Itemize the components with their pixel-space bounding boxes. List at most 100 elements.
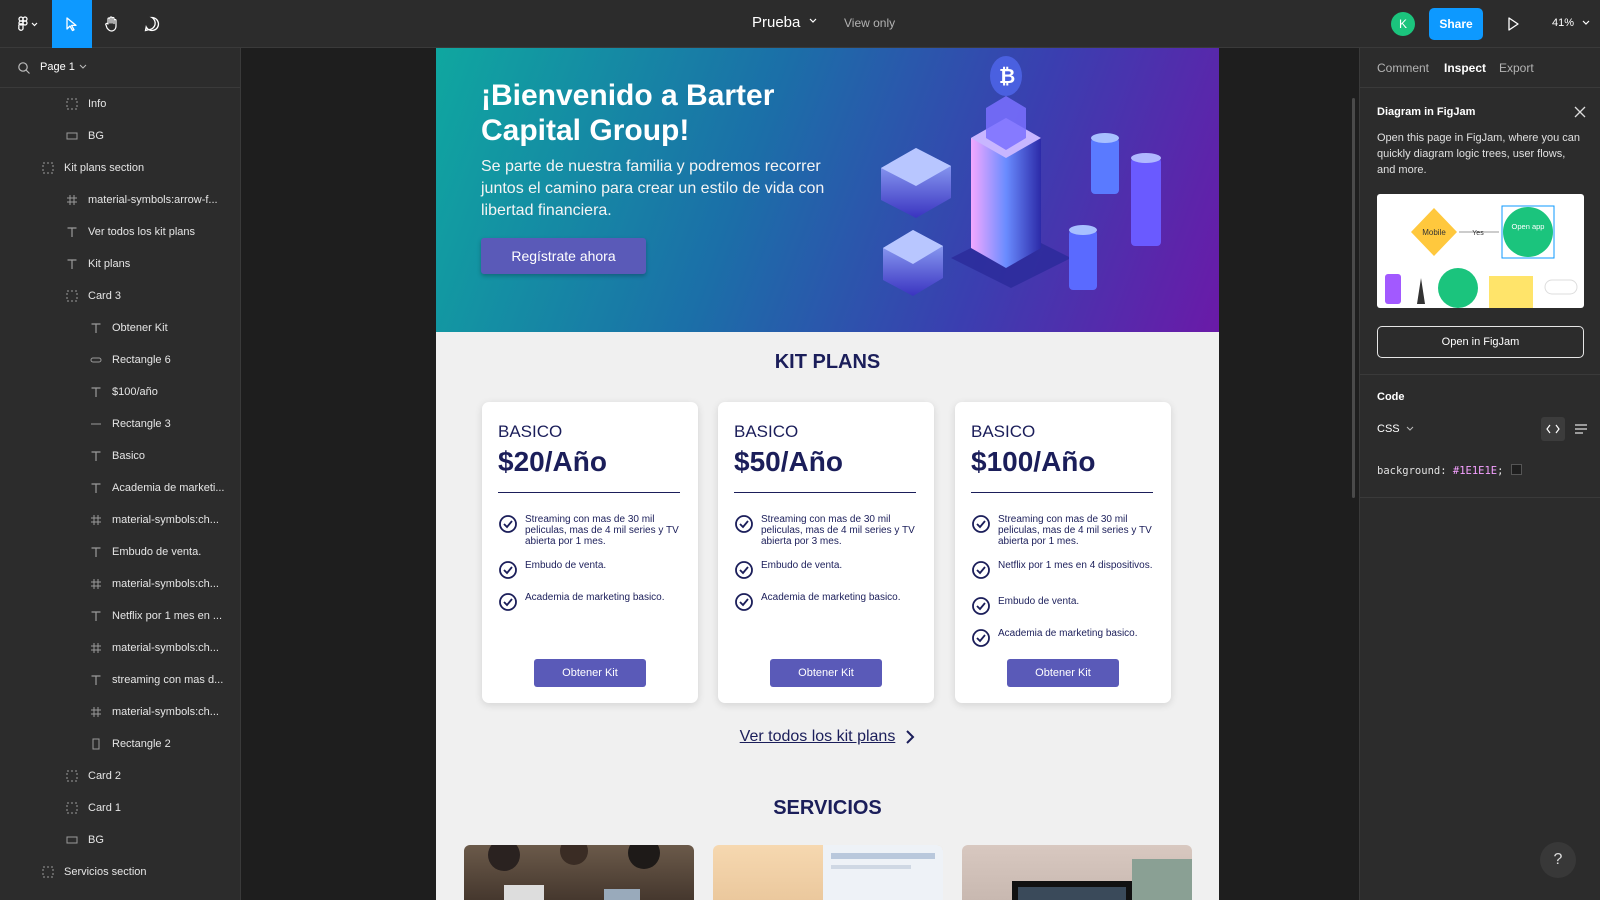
layer-row[interactable]: Rectangle 2 xyxy=(88,728,171,760)
present-play-icon[interactable] xyxy=(1504,15,1522,33)
diagram-mobile-label: Mobile xyxy=(1422,228,1446,237)
get-kit-button[interactable]: Obtener Kit xyxy=(770,659,882,687)
zoom-level[interactable]: 41% xyxy=(1552,17,1574,29)
layer-row[interactable]: material-symbols:ch... xyxy=(88,696,219,728)
figma-logo-icon xyxy=(18,16,38,31)
line-icon xyxy=(88,416,104,432)
close-icon[interactable] xyxy=(1574,106,1586,118)
feature-item: Streaming con mas de 30 mil peliculas, m… xyxy=(734,514,920,547)
layer-row[interactable]: material-symbols:ch... xyxy=(88,632,219,664)
layer-row[interactable]: material-symbols:ch... xyxy=(88,504,219,536)
hand-tool-button[interactable] xyxy=(92,0,132,48)
layer-row[interactable]: Info xyxy=(64,88,106,120)
page-name[interactable]: Page 1 xyxy=(40,61,75,73)
register-button[interactable]: Regístrate ahora xyxy=(481,238,646,274)
tab-comment[interactable]: Comment xyxy=(1377,61,1429,75)
layer-label: Servicios section xyxy=(64,866,147,878)
document-title[interactable]: Prueba xyxy=(752,14,800,31)
diagram-yes-label: Yes xyxy=(1472,230,1484,237)
layer-row[interactable]: $100/año xyxy=(88,376,158,408)
layer-row[interactable]: Basico xyxy=(88,440,145,472)
layer-row[interactable]: Ver todos los kit plans xyxy=(64,216,195,248)
share-button[interactable]: Share xyxy=(1429,8,1483,40)
card-divider xyxy=(498,492,680,493)
layer-row[interactable]: Embudo de venta. xyxy=(88,536,201,568)
layer-row[interactable]: Kit plans section xyxy=(40,152,144,184)
divider xyxy=(1360,374,1600,375)
see-all-kit-plans-link[interactable]: Ver todos los kit plans xyxy=(436,728,1219,746)
feature-item: Streaming con mas de 30 mil peliculas, m… xyxy=(498,514,684,547)
chevron-down-icon[interactable] xyxy=(1406,426,1414,432)
monitor-photo-placeholder xyxy=(1012,859,1192,900)
feature-item: Streaming con mas de 30 mil peliculas, m… xyxy=(971,514,1157,547)
layer-row[interactable]: BG xyxy=(64,824,104,856)
view-only-label: View only xyxy=(844,16,896,30)
chevron-down-icon[interactable] xyxy=(79,64,87,70)
canvas-scrollbar[interactable] xyxy=(1352,98,1355,498)
frame-dashed-icon xyxy=(64,768,80,784)
search-icon[interactable] xyxy=(17,61,31,75)
layer-row[interactable]: Card 1 xyxy=(64,792,121,824)
check-circle-icon xyxy=(971,514,991,537)
open-in-figjam-button[interactable]: Open in FigJam xyxy=(1377,326,1584,358)
layer-label: Card 3 xyxy=(88,290,122,302)
layer-row[interactable]: material-symbols:arrow-f... xyxy=(64,184,218,216)
tab-inspect[interactable]: Inspect xyxy=(1444,61,1486,75)
text-icon xyxy=(88,320,104,336)
chevron-down-icon[interactable] xyxy=(808,17,818,25)
feature-text: Streaming con mas de 30 mil peliculas, m… xyxy=(998,514,1152,547)
figjam-description: Open this page in FigJam, where you can … xyxy=(1377,132,1581,176)
layer-row[interactable]: Rectangle 6 xyxy=(88,344,171,376)
rectangle-icon xyxy=(64,128,80,144)
layer-row[interactable]: Academia de marketi... xyxy=(88,472,225,504)
avatar[interactable]: K xyxy=(1391,12,1415,36)
chevron-right-icon[interactable] xyxy=(905,729,915,745)
feature-text: Embudo de venta. xyxy=(525,560,607,571)
layer-row[interactable]: BG xyxy=(64,120,104,152)
services-title: SERVICIOS xyxy=(773,797,882,819)
layer-label: BG xyxy=(88,130,104,142)
card-divider xyxy=(971,492,1153,493)
move-tool-button[interactable] xyxy=(52,0,92,48)
get-kit-button[interactable]: Obtener Kit xyxy=(1007,659,1119,687)
color-swatch xyxy=(1511,464,1523,475)
help-button[interactable]: ? xyxy=(1540,842,1576,878)
comment-tool-button[interactable] xyxy=(132,0,172,48)
feature-item: Academia de marketing basico. xyxy=(971,628,1157,651)
frame-dashed-icon xyxy=(64,288,80,304)
layer-label: Academia de marketi... xyxy=(112,482,225,494)
layer-row[interactable]: Servicios section xyxy=(40,856,147,888)
layer-row[interactable]: Rectangle 3 xyxy=(88,408,171,440)
feature-item: Embudo de venta. xyxy=(498,560,684,583)
figma-menu-button[interactable] xyxy=(8,0,48,48)
layer-row[interactable]: material-symbols:ch... xyxy=(88,568,219,600)
feature-text: Academia de marketing basico. xyxy=(761,592,901,603)
tab-export[interactable]: Export xyxy=(1499,61,1534,75)
hero-subtitle: Se parte de nuestra familia y podremos r… xyxy=(481,158,825,219)
card-tier: BASICO xyxy=(734,422,799,441)
layer-row[interactable]: Card 2 xyxy=(64,760,121,792)
layer-row[interactable]: streaming con mas d... xyxy=(88,664,223,696)
css-property: background: xyxy=(1377,465,1447,477)
layer-row[interactable]: Kit plans xyxy=(64,248,130,280)
see-all-label[interactable]: Ver todos los kit plans xyxy=(740,728,896,746)
layer-row[interactable]: Card 3 xyxy=(64,280,121,312)
tall-rect-icon xyxy=(88,736,104,752)
check-circle-icon xyxy=(734,560,754,583)
frame-dashed-icon xyxy=(40,160,56,176)
get-kit-button[interactable]: Obtener Kit xyxy=(534,659,646,687)
layer-row[interactable]: Netflix por 1 mes en ... xyxy=(88,600,222,632)
design-frame[interactable]: ¡Bienvenido a Barter Capital Group! Se p… xyxy=(436,48,1219,900)
page-selector[interactable]: Page 1 xyxy=(0,48,240,88)
layer-label: BG xyxy=(88,834,104,846)
canvas[interactable]: ¡Bienvenido a Barter Capital Group! Se p… xyxy=(241,48,1359,900)
code-language-select[interactable]: CSS xyxy=(1377,423,1400,435)
list-view-button[interactable] xyxy=(1569,417,1593,441)
layer-label: Basico xyxy=(112,450,146,462)
feature-text: Netflix por 1 mes en 4 dispositivos. xyxy=(998,560,1153,571)
layer-row[interactable]: Obtener Kit xyxy=(88,312,168,344)
chevron-down-icon[interactable] xyxy=(1581,19,1591,27)
css-semicolon: ; xyxy=(1497,465,1504,477)
code-view-button[interactable] xyxy=(1541,417,1565,441)
layer-label: Obtener Kit xyxy=(112,322,168,334)
